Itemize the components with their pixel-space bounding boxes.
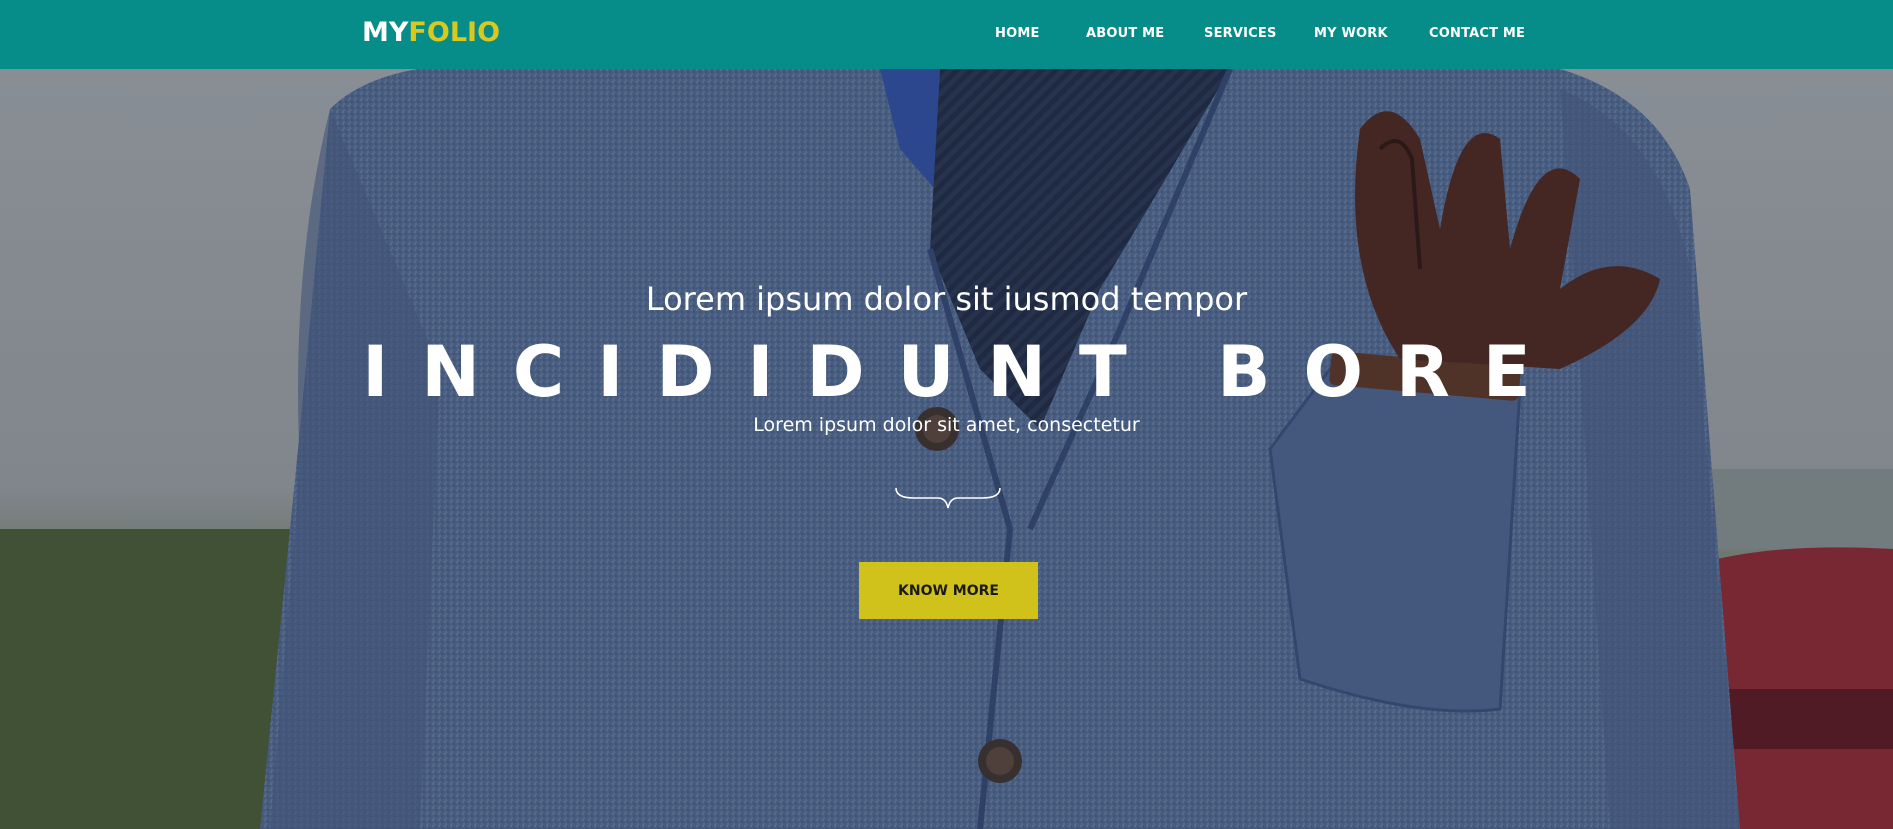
nav-my-work[interactable]: MY WORK	[1314, 26, 1388, 41]
nav-about-me[interactable]: ABOUT ME	[1086, 26, 1164, 41]
nav-contact-me[interactable]: CONTACT ME	[1429, 26, 1525, 41]
hero-overlay	[0, 69, 1893, 829]
navbar: MYFOLIO HOME ABOUT ME SERVICES MY WORK C…	[0, 0, 1893, 69]
hero-subtitle: Lorem ipsum dolor sit iusmod tempor	[645, 280, 1248, 318]
know-more-button[interactable]: KNOW MORE	[859, 562, 1038, 619]
nav-services[interactable]: SERVICES	[1204, 26, 1277, 41]
main-nav: HOME ABOUT ME SERVICES MY WORK CONTACT M…	[0, 26, 1893, 44]
nav-home[interactable]: HOME	[995, 26, 1040, 41]
hero-tagline: Lorem ipsum dolor sit amet, consectetur	[753, 414, 1140, 436]
hero-title: INCIDIDUNT BORE	[362, 331, 1564, 413]
curly-brace-divider-icon	[895, 487, 1001, 509]
hero-section: Lorem ipsum dolor sit iusmod tempor INCI…	[0, 69, 1893, 829]
